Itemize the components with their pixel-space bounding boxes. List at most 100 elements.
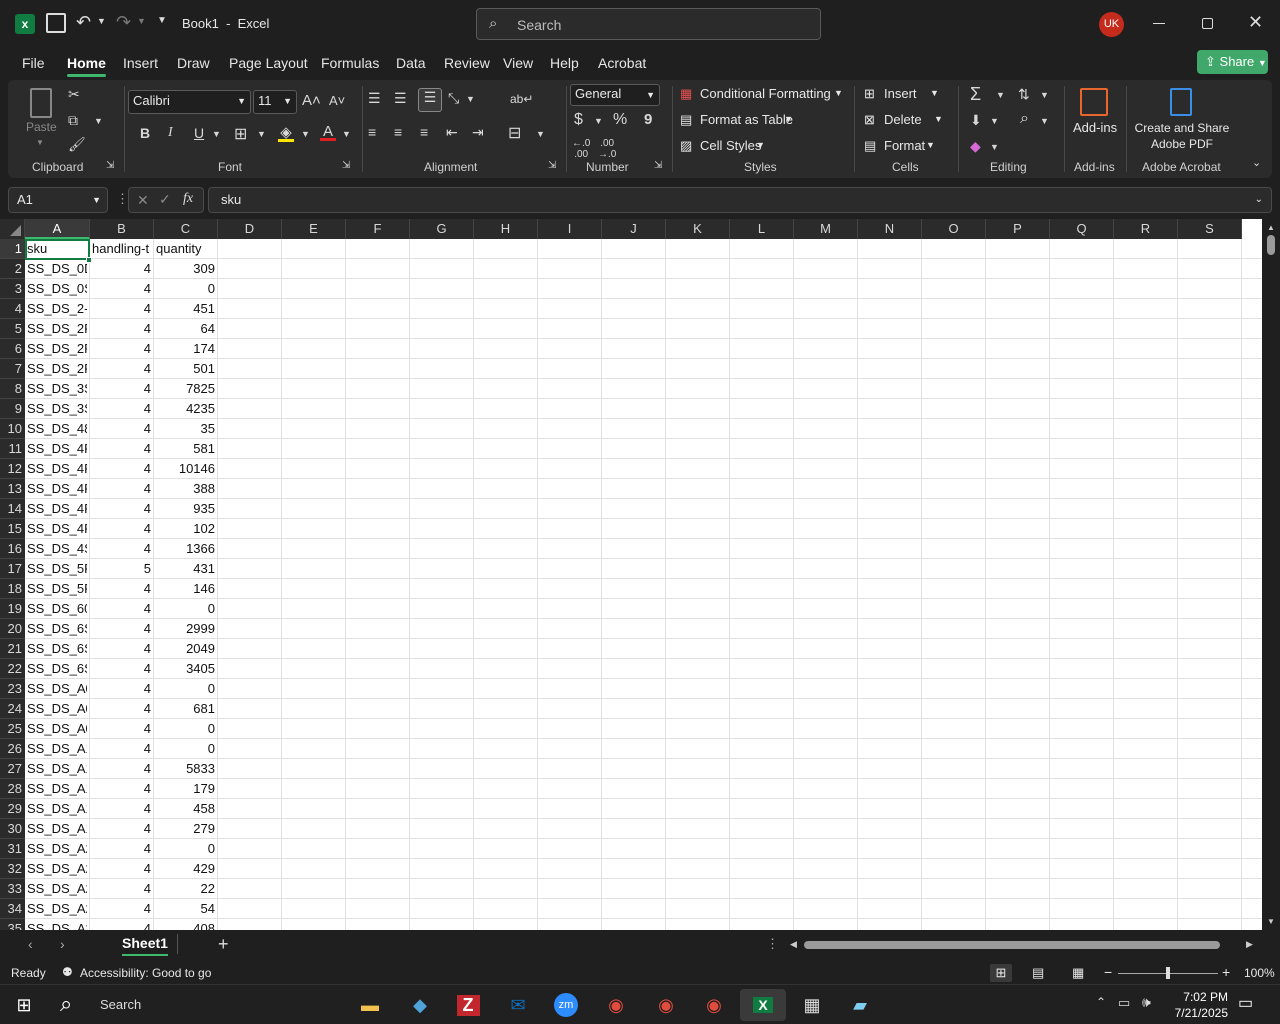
row-header[interactable]: 19 [0,599,25,619]
enter-icon[interactable]: ✓ [159,191,171,208]
cell-b11[interactable]: 4 [92,439,151,459]
fill-handle[interactable] [86,257,92,263]
fill-dropdown-icon[interactable]: ▼ [990,116,999,126]
cell-c8[interactable]: 7825 [156,379,215,399]
tab-page-layout[interactable]: Page Layout [229,55,308,71]
cell-b32[interactable]: 4 [92,859,151,879]
column-header-r[interactable]: R [1114,219,1178,239]
network-icon[interactable]: ▭ [1118,995,1130,1011]
cell-b27[interactable]: 4 [92,759,151,779]
column-header-f[interactable]: F [346,219,410,239]
row-header[interactable]: 29 [0,799,25,819]
cell-b12[interactable]: 4 [92,459,151,479]
cell-a12[interactable]: SS_DS_4P [27,459,87,479]
cell-a8[interactable]: SS_DS_3SI [27,379,87,399]
column-header-s[interactable]: S [1178,219,1242,239]
cell-a11[interactable]: SS_DS_4P [27,439,87,459]
row-header[interactable]: 7 [0,359,25,379]
clear-icon[interactable]: ◆ [970,138,981,155]
prev-sheet-icon[interactable]: ‹ [28,936,33,952]
scroll-left-icon[interactable]: ◀ [790,939,797,950]
page-layout-view-icon[interactable]: ▤ [1032,965,1044,981]
zoom-app-icon[interactable]: zm [546,989,586,1021]
cell-a28[interactable]: SS_DS_A1 [27,779,87,799]
row-header[interactable]: 26 [0,739,25,759]
find-select-icon[interactable]: ⌕ [1020,110,1029,128]
column-header-j[interactable]: J [602,219,666,239]
row-header[interactable]: 13 [0,479,25,499]
cell-b21[interactable]: 4 [92,639,151,659]
row-header[interactable]: 12 [0,459,25,479]
avatar[interactable]: UK [1099,12,1124,37]
row-header[interactable]: 15 [0,519,25,539]
align-middle-icon[interactable]: ☰ [394,90,407,107]
column-header-e[interactable]: E [282,219,346,239]
zoom-out-icon[interactable]: − [1104,964,1112,980]
cell-c13[interactable]: 388 [156,479,215,499]
cell-a19[interactable]: SS_DS_602 [27,599,87,619]
font-name-select[interactable]: Calibri ▼ [128,90,251,114]
tab-acrobat[interactable]: Acrobat [598,55,646,71]
font-color-icon[interactable]: A [320,123,336,141]
cell-a20[interactable]: SS_DS_6SI [27,619,87,639]
cell-c18[interactable]: 146 [156,579,215,599]
cell-c29[interactable]: 458 [156,799,215,819]
column-header-h[interactable]: H [474,219,538,239]
row-header[interactable]: 17 [0,559,25,579]
row-header[interactable]: 32 [0,859,25,879]
cell-c21[interactable]: 2049 [156,639,215,659]
cell-c24[interactable]: 681 [156,699,215,719]
tab-draw[interactable]: Draw [177,55,210,71]
sheet-options-icon[interactable]: ⋮ [766,936,779,952]
row-header[interactable]: 9 [0,399,25,419]
cell-c5[interactable]: 64 [156,319,215,339]
cell-a7[interactable]: SS_DS_2P [27,359,87,379]
sheet-tab-sheet1[interactable]: Sheet1 [114,930,176,958]
cell-c19[interactable]: 0 [156,599,215,619]
font-size-select[interactable]: 11 ▼ [253,90,297,114]
cell-a33[interactable]: SS_DS_A2 [27,879,87,899]
tab-help[interactable]: Help [550,55,579,71]
paste-button[interactable]: Paste ▼ [22,86,62,148]
row-header[interactable]: 22 [0,659,25,679]
alignment-launcher-icon[interactable]: ⇲ [548,160,556,171]
cell-a9[interactable]: SS_DS_3SI [27,399,87,419]
share-button[interactable]: ⇪ Share ▼ [1197,50,1268,74]
orientation-dropdown-icon[interactable]: ▼ [466,94,475,104]
align-right-icon[interactable]: ≡ [420,124,428,140]
row-header[interactable]: 2 [0,259,25,279]
cell-c30[interactable]: 279 [156,819,215,839]
insert-function-icon[interactable]: fx [183,191,193,207]
find-dropdown-icon[interactable]: ▼ [1040,116,1049,126]
cell-b8[interactable]: 4 [92,379,151,399]
cell-a18[interactable]: SS_DS_5P [27,579,87,599]
cell-a27[interactable]: SS_DS_A1 [27,759,87,779]
cell-c26[interactable]: 0 [156,739,215,759]
zoom-in-icon[interactable]: + [1222,964,1230,980]
column-header-p[interactable]: P [986,219,1050,239]
cell-a16[interactable]: SS_DS_4SI [27,539,87,559]
column-header-k[interactable]: K [666,219,730,239]
cell-a13[interactable]: SS_DS_4P [27,479,87,499]
decrease-font-icon[interactable]: A˅ [329,93,345,108]
vertical-scroll-thumb[interactable] [1267,235,1275,255]
cut-icon[interactable]: ✂ [68,86,80,103]
cell-b14[interactable]: 4 [92,499,151,519]
align-top-icon[interactable]: ☰ [368,90,381,107]
underline-dropdown-icon[interactable]: ▼ [212,129,221,139]
fill-color-icon[interactable]: ◈ [278,123,294,142]
copy-dropdown-icon[interactable]: ▼ [94,116,103,126]
cell-c27[interactable]: 5833 [156,759,215,779]
cell-c12[interactable]: 10146 [156,459,215,479]
create-pdf-button[interactable]: Create and Share Adobe PDF [1132,86,1232,152]
cell-b29[interactable]: 4 [92,799,151,819]
row-header[interactable]: 24 [0,699,25,719]
cell-b19[interactable]: 4 [92,599,151,619]
tab-home[interactable]: Home [67,55,106,77]
search-box[interactable]: ⌕ Search [476,8,821,40]
app-diamond-icon[interactable]: ◆ [400,989,440,1021]
increase-font-icon[interactable]: A˄ [302,92,321,109]
cell-a4[interactable]: SS_DS_2-S [27,299,87,319]
cell-b1[interactable]: handling-t [92,239,151,259]
cell-b35[interactable]: 4 [92,919,151,930]
